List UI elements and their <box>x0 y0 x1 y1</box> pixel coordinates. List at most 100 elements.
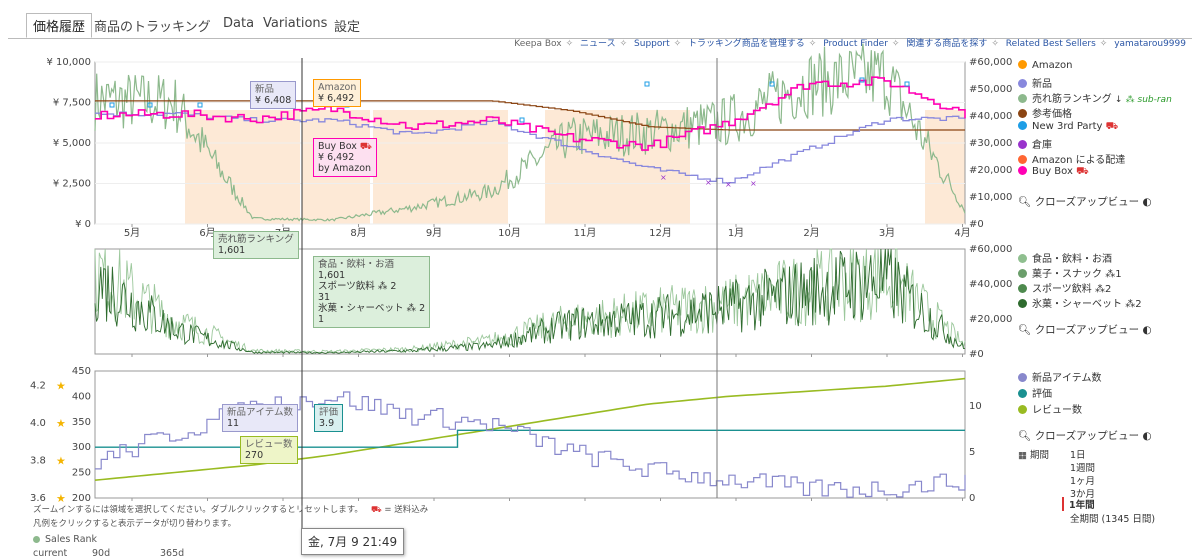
star-icon: ★ <box>56 455 66 468</box>
stats-365d: 365d <box>160 548 185 559</box>
calendar-icon: ▦ <box>1018 450 1027 461</box>
legend-sports-drink[interactable]: スポーツ飲料 ⁂2 <box>1018 280 1111 295</box>
y2-tick-label: #30,000 <box>969 138 1012 149</box>
sales-rank-label: Sales Rank <box>33 534 97 545</box>
out-of-stock-region <box>373 110 508 224</box>
legend-food[interactable]: 食品・飲料・お酒 <box>1018 250 1112 265</box>
legend-list-price[interactable]: 参考価格 <box>1018 105 1072 120</box>
legend-snack[interactable]: 菓子・スナック ⁂1 <box>1018 265 1122 280</box>
rating-tick-label: 4.0 <box>30 418 46 429</box>
truck-icon: ⛟ <box>1076 166 1089 177</box>
magnifier-icon: 🔍︎ <box>1018 430 1032 442</box>
warehouse-marker: × <box>725 180 732 189</box>
tooltip-new-count: 新品アイテム数 11 <box>222 404 299 432</box>
rank-filter-icon[interactable]: ↓ <box>1115 95 1123 105</box>
y-tick-label: ¥ 0 <box>75 219 91 230</box>
new-3rd-party-marker <box>109 102 115 108</box>
toggle-icon: ◐ <box>1142 196 1152 208</box>
hierarchy-icon: ⁂ <box>1105 269 1116 280</box>
truck-icon: ⛟ <box>359 141 372 152</box>
legend-hint: 凡例をクリックすると表示データが切り替わります。 <box>33 519 237 529</box>
y2-tick-label: 10 <box>969 401 982 412</box>
out-of-stock-region <box>185 110 300 224</box>
y2-tick-label: #50,000 <box>969 84 1012 95</box>
y2-tick-label: #10,000 <box>969 192 1012 203</box>
y-tick-label: ¥ 5,000 <box>53 138 91 149</box>
month-tick-label: 10月 <box>498 227 521 239</box>
y-tick-label: 250 <box>72 468 91 479</box>
y-tick-label: ¥ 10,000 <box>46 57 91 68</box>
period-1year[interactable]: 1年間 <box>1062 497 1095 511</box>
tooltip-buybox: Buy Box ⛟ ¥ 6,492 by Amazon <box>313 138 377 177</box>
closeup-toggle-price[interactable]: 🔍︎ クローズアップビュー ◐ <box>1018 194 1152 209</box>
y-tick-label: 300 <box>72 442 91 453</box>
y2-tick-label: #0 <box>969 349 984 360</box>
warehouse-marker: × <box>705 178 712 187</box>
tooltip-reviews: レビュー数 270 <box>240 436 298 464</box>
legend-amazon-delivery[interactable]: Amazon による配達 <box>1018 151 1125 166</box>
y2-tick-label: #20,000 <box>969 165 1012 176</box>
hierarchy-icon: ⁂ <box>377 281 388 292</box>
new-3rd-party-marker <box>644 81 650 87</box>
period-1day[interactable]: 1日 <box>1070 447 1086 461</box>
magnifier-icon: 🔍︎ <box>1018 196 1032 208</box>
warehouse-marker: × <box>750 179 757 188</box>
month-tick-label: 11月 <box>574 227 597 239</box>
legend-ice[interactable]: 氷菓・シャーベット ⁂2 <box>1018 295 1142 310</box>
legend-new[interactable]: 新品 <box>1018 75 1052 90</box>
month-tick-label: 1月 <box>728 227 744 239</box>
series-ice-rank <box>94 248 966 354</box>
zoom-hint: ズームインするには領域を選択してください。ダブルクリックするとリセットします。 … <box>33 505 429 515</box>
new-3rd-party-marker <box>904 81 910 87</box>
y2-tick-label: #40,000 <box>969 279 1012 290</box>
legend-new-3rd-party[interactable]: New 3rd Party ⛟ <box>1018 121 1118 134</box>
period-1week[interactable]: 1週間 <box>1070 460 1095 474</box>
warehouse-marker: × <box>660 173 667 182</box>
cursor-time-label: 金, 7月 9 21:49 <box>301 528 405 555</box>
rating-tick-label: 4.2 <box>30 381 46 392</box>
month-tick-label: 2月 <box>803 227 819 239</box>
y-tick-label: 350 <box>72 417 91 428</box>
y2-tick-label: #20,000 <box>969 314 1012 325</box>
month-tick-label: 5月 <box>124 227 140 239</box>
hierarchy-icon: ⁂ <box>1095 284 1105 295</box>
y-tick-label: ¥ 2,500 <box>53 179 91 190</box>
period-label: ▦ 期間 <box>1018 450 1050 461</box>
period-1month[interactable]: 1ヶ月 <box>1070 473 1095 487</box>
new-3rd-party-marker <box>519 117 525 123</box>
y2-tick-label: #0 <box>969 219 984 230</box>
closeup-toggle-category[interactable]: 🔍︎ クローズアップビュー ◐ <box>1018 322 1152 337</box>
legend-buy-box[interactable]: Buy Box ⛟ <box>1018 166 1089 179</box>
month-tick-label: 9月 <box>426 227 442 239</box>
y2-tick-label: 0 <box>969 493 975 504</box>
tooltip-amazon: Amazon ¥ 6,492 <box>313 79 362 107</box>
legend-price: Amazon 新品 売れ筋ランキング ↓ ⁂ sub-ran 参考価格 New … <box>1018 60 1198 190</box>
tooltip-category: 食品・飲料・お酒 1,601 スポーツ飲料 ⁂ 2 31 氷菓・シャーベット ⁂ 2… <box>313 256 431 328</box>
toggle-icon: ◐ <box>1142 324 1152 336</box>
legend-warehouse[interactable]: 倉庫 <box>1018 136 1052 151</box>
legend-review-count[interactable]: レビュー数 <box>1018 401 1082 416</box>
stats-90d: 90d <box>92 548 111 559</box>
truck-icon: ⛟ <box>1105 121 1119 132</box>
y2-tick-label: #60,000 <box>969 244 1012 255</box>
legend-amazon[interactable]: Amazon <box>1018 60 1072 71</box>
month-tick-label: 12月 <box>649 227 672 239</box>
tooltip-new: 新品 ¥ 6,408 <box>250 81 297 109</box>
month-tick-label: 3月 <box>879 227 895 239</box>
truck-icon: ⛟ <box>371 505 382 515</box>
y2-tick-label: #40,000 <box>969 111 1012 122</box>
y-tick-label: 450 <box>72 366 91 377</box>
closeup-toggle-reviews[interactable]: 🔍︎ クローズアップビュー ◐ <box>1018 428 1152 443</box>
legend-sales-rank[interactable]: 売れ筋ランキング ↓ ⁂ sub-ran <box>1018 90 1172 105</box>
period-all[interactable]: 全期間 (1345 日間) <box>1070 511 1155 525</box>
toggle-icon: ◐ <box>1142 430 1152 442</box>
legend-rating[interactable]: 評価 <box>1018 385 1052 400</box>
tooltip-sales-rank: 売れ筋ランキング 1,601 <box>213 231 299 259</box>
out-of-stock-region <box>925 110 965 224</box>
legend-new-count[interactable]: 新品アイテム数 <box>1018 369 1102 384</box>
hierarchy-icon: ⁂ <box>406 303 417 314</box>
tooltip-rating: 評価 3.9 <box>314 404 344 432</box>
stats-current: current <box>33 548 68 559</box>
legend-reviews: 新品アイテム数 評価 レビュー数 <box>1018 369 1198 419</box>
hierarchy-icon: ⁂ <box>1125 299 1136 310</box>
